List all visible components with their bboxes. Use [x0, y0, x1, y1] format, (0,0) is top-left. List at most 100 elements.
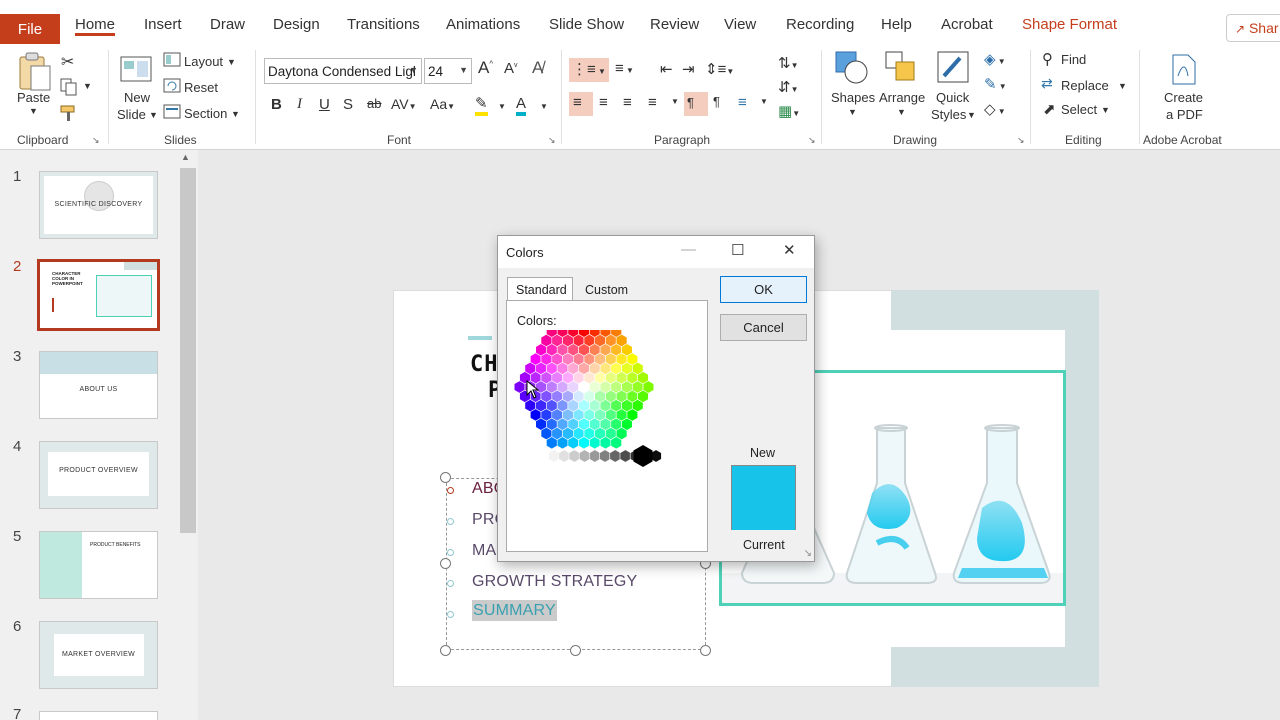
layout-dropdown-icon[interactable]: ▼	[227, 57, 236, 67]
strikethrough-icon[interactable]: ab	[367, 96, 381, 111]
maximize-icon[interactable]: ☐	[731, 241, 744, 259]
slide-thumbnail-6[interactable]: MARKET OVERVIEW	[39, 621, 158, 689]
tab-home[interactable]: Home	[75, 16, 115, 33]
tab-slide-show[interactable]: Slide Show	[549, 16, 624, 33]
smartart-icon[interactable]: ▦▼	[778, 102, 800, 120]
columns-icon[interactable]: ≡	[738, 94, 747, 111]
quick-styles-label-2[interactable]: Styles	[931, 107, 966, 122]
font-color-icon[interactable]: A	[516, 96, 527, 116]
tab-design[interactable]: Design	[273, 16, 320, 33]
create-pdf-label-2[interactable]: a PDF	[1166, 107, 1203, 122]
font-size-input[interactable]: 24 ▼	[424, 58, 472, 84]
quick-styles-dropdown-icon[interactable]: ▼	[967, 110, 976, 120]
cut-icon[interactable]: ✂	[61, 52, 74, 72]
color-cell[interactable]	[642, 380, 655, 394]
new-slide-label-2[interactable]: Slide	[117, 107, 146, 122]
bold-icon[interactable]: B	[271, 96, 282, 113]
paste-icon[interactable]	[17, 52, 53, 92]
gray-cell[interactable]	[619, 449, 632, 463]
columns-dropdown-icon[interactable]: ▼	[760, 97, 768, 106]
replace-dropdown-icon[interactable]: ▼	[1118, 81, 1127, 91]
tab-animations[interactable]: Animations	[446, 16, 520, 33]
close-icon[interactable]: ✕	[783, 241, 796, 259]
rtl-text-icon[interactable]: ¶	[713, 94, 720, 109]
gray-cell[interactable]	[578, 449, 591, 463]
format-painter-icon[interactable]	[60, 104, 78, 122]
resize-handle[interactable]	[440, 645, 451, 656]
slide-thumbnail-3[interactable]: ABOUT US	[39, 351, 158, 419]
color-hexagon-picker[interactable]	[512, 330, 662, 475]
underline-icon[interactable]: U	[319, 96, 330, 113]
line-spacing-icon[interactable]: ⇕≡▼	[705, 60, 734, 78]
replace-button[interactable]: Replace	[1061, 78, 1109, 93]
justify-dropdown-icon[interactable]: ▼	[671, 97, 679, 106]
align-center-icon[interactable]: ≡	[599, 94, 608, 111]
shrink-font-icon[interactable]: Av	[504, 60, 518, 77]
font-color-dropdown-icon[interactable]: ▼	[540, 102, 548, 111]
font-launcher-icon[interactable]: ↘	[548, 135, 556, 146]
reset-button[interactable]: Reset	[184, 80, 218, 95]
tab-draw[interactable]: Draw	[210, 16, 245, 33]
cancel-button[interactable]: Cancel	[720, 314, 807, 341]
shape-fill-icon[interactable]: ◈ ▼	[984, 50, 1006, 68]
tab-transitions[interactable]: Transitions	[347, 16, 420, 33]
slide-thumbnail-2[interactable]: CHARACTER COLOR IN POWERPOINT	[37, 259, 160, 331]
shadow-icon[interactable]: S	[343, 96, 353, 113]
clear-formatting-icon[interactable]: A̸	[532, 58, 543, 78]
increase-indent-icon[interactable]: ⇥	[682, 60, 695, 78]
copy-icon[interactable]	[60, 78, 78, 96]
find-icon[interactable]: ⚲	[1042, 50, 1053, 68]
section-icon[interactable]	[163, 104, 181, 120]
layout-icon[interactable]	[163, 52, 181, 68]
drawing-launcher-icon[interactable]: ↘	[1017, 135, 1025, 146]
resize-handle[interactable]	[440, 558, 451, 569]
tab-insert[interactable]: Insert	[144, 16, 182, 33]
slide-thumbnail-5[interactable]: PRODUCT BENEFITS	[39, 531, 158, 599]
chevron-down-icon[interactable]: ▼	[459, 65, 468, 75]
select-button[interactable]: Select	[1061, 102, 1097, 117]
layout-button[interactable]: Layout	[184, 54, 223, 69]
numbering-icon[interactable]: ≡ ▼	[615, 60, 634, 77]
align-right-icon[interactable]: ≡	[623, 94, 632, 111]
text-direction-icon[interactable]: ⇅▼	[778, 54, 799, 72]
ok-button[interactable]: OK	[720, 276, 807, 303]
bullet-item-selected[interactable]: SUMMARY	[472, 600, 557, 621]
paste-button[interactable]: Paste	[17, 90, 50, 105]
clipboard-launcher-icon[interactable]: ↘	[92, 135, 100, 146]
highlight-icon[interactable]: ✎	[475, 96, 488, 116]
slide-thumbnail-4[interactable]: PRODUCT OVERVIEW	[39, 441, 158, 509]
arrange-dropdown-icon[interactable]: ▼	[897, 107, 906, 117]
section-dropdown-icon[interactable]: ▼	[231, 109, 240, 119]
select-dropdown-icon[interactable]: ▼	[1101, 105, 1110, 115]
resize-handle[interactable]	[570, 645, 581, 656]
paragraph-launcher-icon[interactable]: ↘	[808, 135, 816, 146]
character-spacing-icon[interactable]: AV▼	[391, 96, 417, 112]
shape-outline-icon[interactable]: ✎ ▼	[984, 75, 1007, 93]
gray-cell[interactable]	[558, 449, 570, 463]
gray-cell[interactable]	[568, 449, 581, 463]
tab-standard[interactable]: Standard	[507, 277, 573, 301]
minimize-icon[interactable]: —	[681, 241, 696, 258]
grow-font-icon[interactable]: A^	[478, 58, 493, 78]
tab-recording[interactable]: Recording	[786, 16, 854, 33]
slide-thumbnail-7[interactable]	[39, 711, 158, 720]
shapes-icon[interactable]	[834, 50, 870, 86]
create-pdf-label-1[interactable]: Create	[1164, 90, 1203, 105]
justify-icon[interactable]: ≡	[648, 94, 657, 111]
bullet-item[interactable]: GROWTH STRATEGY	[472, 573, 637, 591]
selected-text[interactable]: SUMMARY	[472, 600, 557, 621]
quick-styles-icon[interactable]	[936, 50, 972, 86]
quick-styles-label-1[interactable]: Quick	[936, 90, 969, 105]
tab-view[interactable]: View	[724, 16, 756, 33]
new-slide-label-1[interactable]: New	[124, 90, 150, 105]
align-text-icon[interactable]: ⇵▼	[778, 78, 799, 96]
select-icon[interactable]: ⬈	[1043, 100, 1056, 118]
dialog-titlebar[interactable]: Colors — ☐ ✕	[498, 236, 814, 268]
gray-cell[interactable]	[548, 449, 560, 463]
create-pdf-icon[interactable]	[1170, 54, 1198, 86]
copy-dropdown-icon[interactable]: ▼	[83, 81, 92, 91]
gray-cell[interactable]	[609, 449, 621, 463]
gray-cell[interactable]	[599, 449, 611, 463]
shapes-dropdown-icon[interactable]: ▼	[848, 107, 857, 117]
reset-icon[interactable]	[163, 78, 181, 94]
